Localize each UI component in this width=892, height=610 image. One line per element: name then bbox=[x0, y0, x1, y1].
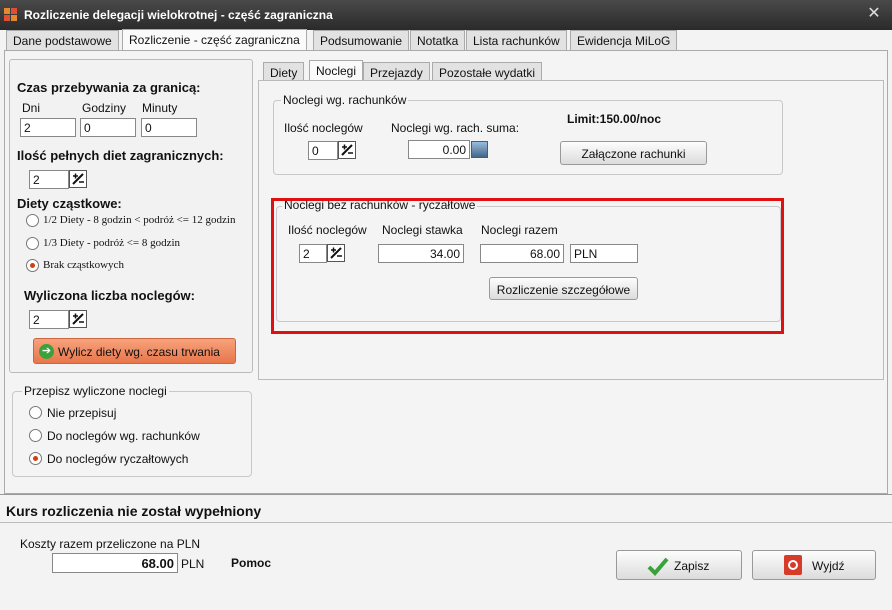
flat-rate-input[interactable]: 34.00 bbox=[378, 244, 464, 263]
subtab-pozostale[interactable]: Pozostałe wydatki bbox=[432, 62, 543, 82]
tab-podsumowanie[interactable]: Podsumowanie bbox=[313, 30, 410, 50]
subtab-noclegi[interactable]: Noclegi bbox=[309, 60, 364, 81]
flat-count-label: Ilość noclegów bbox=[288, 223, 367, 237]
tab-dane-podstawowe[interactable]: Dane podstawowe bbox=[6, 30, 119, 50]
rewrite-flat-label: Do noclegów ryczałtowych bbox=[47, 452, 189, 466]
receipts-sum-input[interactable]: 0.00 bbox=[408, 140, 470, 159]
partial-third-label: 1/3 Diety - podróż <= 8 godzin bbox=[43, 237, 181, 249]
receipts-count-label: Ilość noclegów bbox=[284, 121, 363, 135]
tab-ewidencja-milog[interactable]: Ewidencja MiLoG bbox=[570, 30, 678, 50]
arrow-right-icon: ➔ bbox=[39, 344, 54, 359]
time-abroad-label: Czas przebywania za granicą: bbox=[17, 80, 201, 95]
flat-currency-input[interactable]: PLN bbox=[570, 244, 638, 263]
minutes-input[interactable]: 0 bbox=[141, 118, 197, 137]
rewrite-none-label: Nie przepisuj bbox=[47, 406, 117, 420]
minutes-label: Minuty bbox=[142, 101, 178, 115]
days-label: Dni bbox=[22, 101, 41, 115]
days-input[interactable]: 2 bbox=[20, 118, 76, 137]
full-diets-input[interactable]: 2 bbox=[29, 170, 69, 189]
receipts-group bbox=[273, 100, 783, 175]
limit-label: Limit:150.00/noc bbox=[567, 112, 662, 126]
calculator-spin-icon[interactable] bbox=[69, 170, 87, 188]
receipts-sum-label: Noclegi wg. rach. suma: bbox=[391, 121, 520, 135]
rewrite-group-label: Przepisz wyliczone noclegi bbox=[22, 384, 169, 398]
flat-rate-label: Noclegi stawka bbox=[382, 223, 463, 237]
nights-calc-label: Wyliczona liczba noclegów: bbox=[24, 288, 195, 303]
attached-receipts-button[interactable]: Załączone rachunki bbox=[560, 141, 707, 165]
cost-input[interactable]: 68.00 bbox=[52, 553, 178, 573]
full-diets-label: Ilość pełnych diet zagranicznych: bbox=[17, 148, 224, 163]
rewrite-receipts-radio[interactable] bbox=[29, 429, 42, 442]
partial-none-radio[interactable] bbox=[26, 259, 39, 272]
partial-third-radio[interactable] bbox=[26, 237, 39, 250]
app-icon bbox=[4, 8, 18, 22]
exit-label: Wyjdź bbox=[812, 559, 845, 573]
subtab-przejazdy[interactable]: Przejazdy bbox=[363, 62, 430, 82]
help-link[interactable]: Pomoc bbox=[231, 556, 271, 570]
tab-rozliczenie[interactable]: Rozliczenie - część zagraniczna bbox=[122, 29, 307, 50]
subtab-diety[interactable]: Diety bbox=[263, 62, 305, 82]
hours-input[interactable]: 0 bbox=[80, 118, 136, 137]
calculator-icon[interactable] bbox=[471, 141, 488, 158]
checkmark-icon bbox=[647, 557, 669, 576]
rewrite-flat-radio[interactable] bbox=[29, 452, 42, 465]
save-label: Zapisz bbox=[674, 559, 710, 573]
partial-half-label: 1/2 Diety - 8 godzin < podróż <= 12 godz… bbox=[43, 214, 236, 226]
calculate-diets-button[interactable]: ➔ Wylicz diety wg. czasu trwania bbox=[33, 338, 236, 364]
calculator-spin-icon[interactable] bbox=[69, 310, 87, 328]
receipts-count-input[interactable]: 0 bbox=[308, 141, 338, 160]
rate-message: Kurs rozliczenia nie został wypełniony bbox=[6, 503, 262, 519]
flat-total-input[interactable]: 68.00 bbox=[480, 244, 564, 263]
cost-label: Koszty razem przeliczone na PLN bbox=[20, 537, 201, 551]
exit-icon bbox=[784, 555, 802, 575]
rewrite-receipts-label: Do noclegów wg. rachunków bbox=[47, 429, 200, 443]
exit-button[interactable]: Wyjdź bbox=[752, 550, 876, 580]
window-title: Rozliczenie delegacji wielokrotnej - czę… bbox=[24, 8, 333, 22]
rewrite-none-radio[interactable] bbox=[29, 406, 42, 419]
receipts-group-label: Noclegi wg. rachunków bbox=[281, 93, 409, 107]
hours-label: Godziny bbox=[82, 101, 127, 115]
tab-lista-rachunkow[interactable]: Lista rachunków bbox=[466, 30, 567, 50]
calculator-spin-icon[interactable] bbox=[327, 244, 345, 262]
calculate-diets-label: Wylicz diety wg. czasu trwania bbox=[58, 345, 220, 359]
tab-notatka[interactable]: Notatka bbox=[410, 30, 466, 50]
save-button[interactable]: Zapisz bbox=[616, 550, 742, 580]
nights-calc-input[interactable]: 2 bbox=[29, 310, 69, 329]
partial-half-radio[interactable] bbox=[26, 214, 39, 227]
detailed-settlement-button[interactable]: Rozliczenie szczegółowe bbox=[489, 277, 638, 300]
partial-diets-label: Diety cząstkowe: bbox=[17, 196, 122, 211]
title-bar: Rozliczenie delegacji wielokrotnej - czę… bbox=[0, 0, 892, 30]
flat-count-input[interactable]: 2 bbox=[299, 244, 327, 263]
partial-none-label: Brak cząstkowych bbox=[43, 259, 124, 271]
divider bbox=[0, 522, 892, 523]
calculator-spin-icon[interactable] bbox=[338, 141, 356, 159]
cost-currency: PLN bbox=[181, 557, 205, 571]
flat-group-label: Noclegi bez rachunków - ryczałtowe bbox=[282, 198, 478, 212]
flat-total-label: Noclegi razem bbox=[481, 223, 558, 237]
window-close-icon[interactable]: ✕ bbox=[866, 6, 882, 22]
